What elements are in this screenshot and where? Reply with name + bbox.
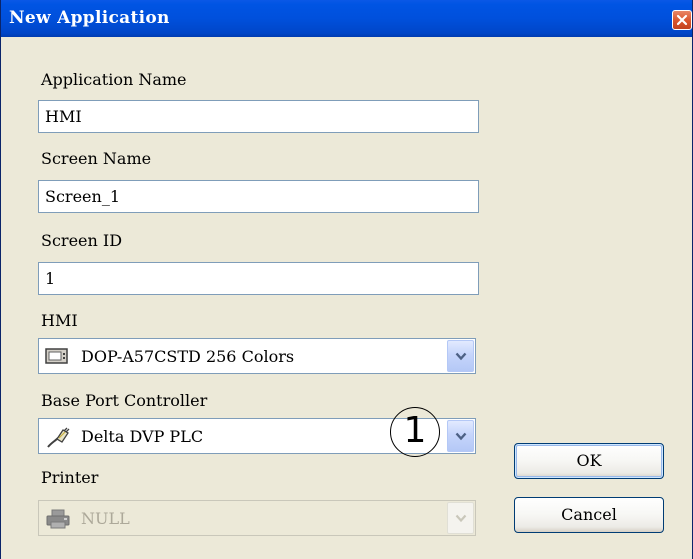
screen-id-label: Screen ID [41, 231, 123, 250]
chevron-down-icon [455, 432, 467, 441]
printer-selected-value: NULL [81, 509, 130, 528]
screen-name-label: Screen Name [41, 149, 152, 168]
base-port-selected-value: Delta DVP PLC [81, 427, 204, 446]
cable-connector-icon [45, 427, 71, 453]
cancel-button[interactable]: Cancel [514, 497, 664, 533]
hmi-label: HMI [41, 311, 78, 330]
base-port-controller-label: Base Port Controller [41, 391, 208, 410]
callout-marker: 1 [390, 407, 440, 457]
printer-icon [45, 509, 71, 533]
base-port-dropdown-button[interactable] [447, 420, 474, 452]
printer-select: NULL [38, 500, 476, 536]
printer-label: Printer [41, 468, 99, 487]
title-bar[interactable]: New Application [1, 0, 692, 37]
chevron-down-icon [455, 352, 467, 361]
screen-id-input[interactable]: 1 [38, 262, 479, 295]
printer-dropdown-button [447, 502, 474, 534]
screen-name-input[interactable]: Screen_1 [38, 180, 479, 213]
ok-button[interactable]: OK [514, 443, 664, 479]
window-title: New Application [9, 8, 170, 28]
hmi-dropdown-button[interactable] [447, 340, 474, 372]
application-name-label: Application Name [41, 70, 187, 89]
chevron-down-icon [455, 514, 467, 523]
hmi-select[interactable]: DOP-A57CSTD 256 Colors [38, 338, 476, 374]
new-application-dialog: New Application Application Name HMI Scr… [0, 0, 693, 559]
monitor-icon [45, 347, 69, 369]
close-icon [676, 14, 688, 26]
hmi-selected-value: DOP-A57CSTD 256 Colors [81, 347, 295, 366]
close-button[interactable] [672, 10, 692, 30]
application-name-input[interactable]: HMI [38, 100, 479, 133]
